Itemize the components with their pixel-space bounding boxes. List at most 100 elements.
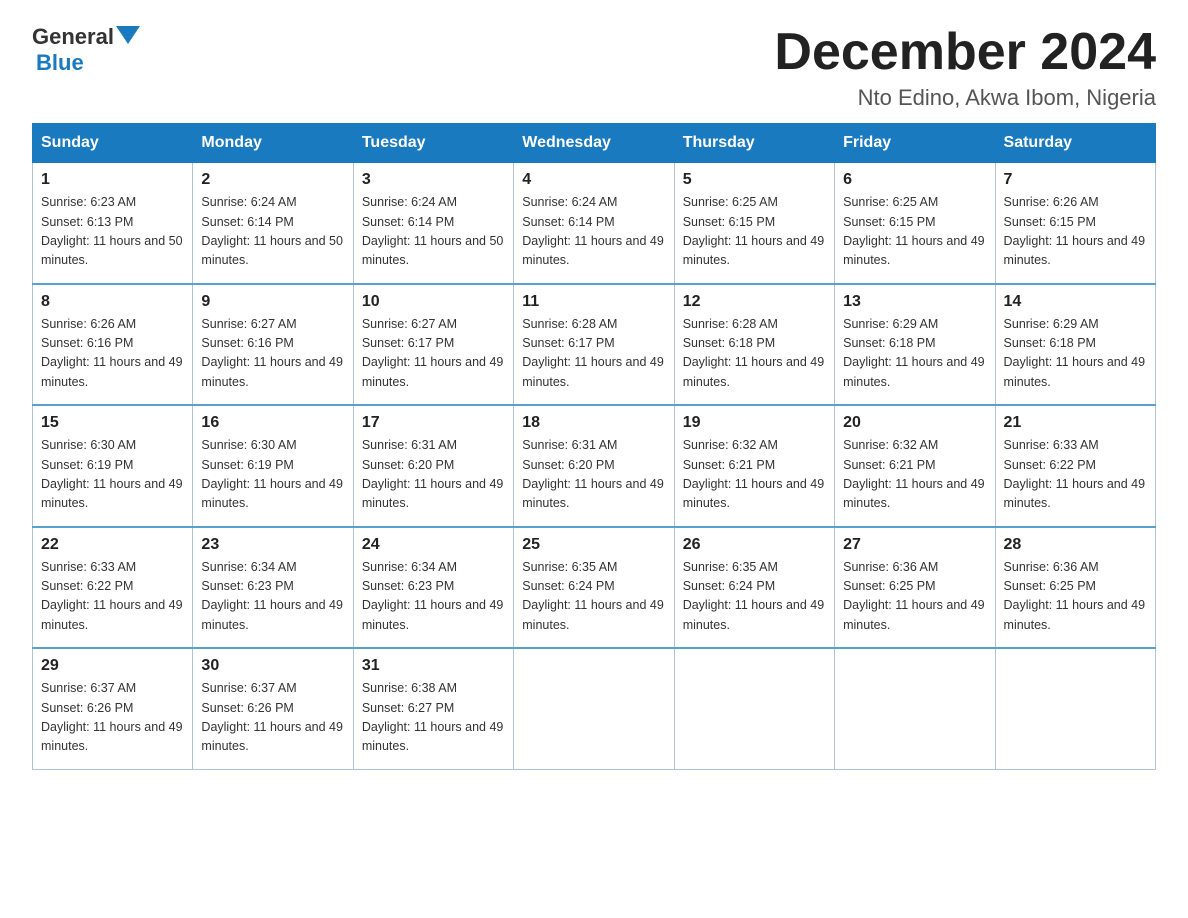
- day-info: Sunrise: 6:28 AMSunset: 6:18 PMDaylight:…: [683, 317, 825, 389]
- calendar-week-row: 22 Sunrise: 6:33 AMSunset: 6:22 PMDaylig…: [33, 527, 1156, 649]
- calendar-cell: 8 Sunrise: 6:26 AMSunset: 6:16 PMDayligh…: [33, 284, 193, 406]
- day-info: Sunrise: 6:24 AMSunset: 6:14 PMDaylight:…: [201, 195, 343, 267]
- day-number: 13: [843, 293, 986, 311]
- weekday-header-wednesday: Wednesday: [514, 124, 674, 163]
- day-info: Sunrise: 6:26 AMSunset: 6:16 PMDaylight:…: [41, 317, 183, 389]
- logo-triangle-icon: [116, 26, 140, 44]
- logo-blue: Blue: [36, 50, 84, 75]
- calendar-cell: 28 Sunrise: 6:36 AMSunset: 6:25 PMDaylig…: [995, 527, 1155, 649]
- day-number: 5: [683, 171, 826, 189]
- calendar-title: December 2024: [774, 24, 1156, 81]
- day-info: Sunrise: 6:38 AMSunset: 6:27 PMDaylight:…: [362, 681, 504, 753]
- calendar-cell: 5 Sunrise: 6:25 AMSunset: 6:15 PMDayligh…: [674, 163, 834, 284]
- day-number: 14: [1004, 293, 1147, 311]
- weekday-header-sunday: Sunday: [33, 124, 193, 163]
- day-info: Sunrise: 6:33 AMSunset: 6:22 PMDaylight:…: [41, 560, 183, 632]
- day-info: Sunrise: 6:34 AMSunset: 6:23 PMDaylight:…: [201, 560, 343, 632]
- calendar-cell: 13 Sunrise: 6:29 AMSunset: 6:18 PMDaylig…: [835, 284, 995, 406]
- day-number: 1: [41, 171, 184, 189]
- calendar-cell: 12 Sunrise: 6:28 AMSunset: 6:18 PMDaylig…: [674, 284, 834, 406]
- calendar-cell: [835, 648, 995, 769]
- calendar-cell: [514, 648, 674, 769]
- logo-line2: Blue: [36, 50, 142, 76]
- day-info: Sunrise: 6:23 AMSunset: 6:13 PMDaylight:…: [41, 195, 183, 267]
- day-info: Sunrise: 6:27 AMSunset: 6:17 PMDaylight:…: [362, 317, 504, 389]
- day-info: Sunrise: 6:29 AMSunset: 6:18 PMDaylight:…: [1004, 317, 1146, 389]
- calendar-week-row: 1 Sunrise: 6:23 AMSunset: 6:13 PMDayligh…: [33, 163, 1156, 284]
- day-info: Sunrise: 6:30 AMSunset: 6:19 PMDaylight:…: [41, 438, 183, 510]
- weekday-header-monday: Monday: [193, 124, 353, 163]
- day-number: 8: [41, 293, 184, 311]
- day-number: 28: [1004, 536, 1147, 554]
- calendar-week-row: 29 Sunrise: 6:37 AMSunset: 6:26 PMDaylig…: [33, 648, 1156, 769]
- day-info: Sunrise: 6:37 AMSunset: 6:26 PMDaylight:…: [41, 681, 183, 753]
- calendar-cell: 24 Sunrise: 6:34 AMSunset: 6:23 PMDaylig…: [353, 527, 513, 649]
- day-number: 30: [201, 657, 344, 675]
- day-number: 25: [522, 536, 665, 554]
- day-info: Sunrise: 6:26 AMSunset: 6:15 PMDaylight:…: [1004, 195, 1146, 267]
- day-number: 15: [41, 414, 184, 432]
- day-number: 26: [683, 536, 826, 554]
- calendar-cell: 3 Sunrise: 6:24 AMSunset: 6:14 PMDayligh…: [353, 163, 513, 284]
- calendar-cell: 2 Sunrise: 6:24 AMSunset: 6:14 PMDayligh…: [193, 163, 353, 284]
- day-number: 7: [1004, 171, 1147, 189]
- calendar-cell: 14 Sunrise: 6:29 AMSunset: 6:18 PMDaylig…: [995, 284, 1155, 406]
- weekday-header-thursday: Thursday: [674, 124, 834, 163]
- day-number: 6: [843, 171, 986, 189]
- day-info: Sunrise: 6:29 AMSunset: 6:18 PMDaylight:…: [843, 317, 985, 389]
- day-info: Sunrise: 6:24 AMSunset: 6:14 PMDaylight:…: [362, 195, 504, 267]
- calendar-cell: 30 Sunrise: 6:37 AMSunset: 6:26 PMDaylig…: [193, 648, 353, 769]
- day-info: Sunrise: 6:32 AMSunset: 6:21 PMDaylight:…: [843, 438, 985, 510]
- calendar-cell: 11 Sunrise: 6:28 AMSunset: 6:17 PMDaylig…: [514, 284, 674, 406]
- calendar-subtitle: Nto Edino, Akwa Ibom, Nigeria: [774, 85, 1156, 111]
- weekday-header-friday: Friday: [835, 124, 995, 163]
- day-number: 29: [41, 657, 184, 675]
- day-info: Sunrise: 6:36 AMSunset: 6:25 PMDaylight:…: [1004, 560, 1146, 632]
- calendar-cell: 15 Sunrise: 6:30 AMSunset: 6:19 PMDaylig…: [33, 405, 193, 527]
- day-number: 11: [522, 293, 665, 311]
- day-number: 20: [843, 414, 986, 432]
- day-number: 31: [362, 657, 505, 675]
- day-info: Sunrise: 6:31 AMSunset: 6:20 PMDaylight:…: [362, 438, 504, 510]
- calendar-cell: 20 Sunrise: 6:32 AMSunset: 6:21 PMDaylig…: [835, 405, 995, 527]
- day-info: Sunrise: 6:27 AMSunset: 6:16 PMDaylight:…: [201, 317, 343, 389]
- day-info: Sunrise: 6:33 AMSunset: 6:22 PMDaylight:…: [1004, 438, 1146, 510]
- logo-general: General: [32, 24, 114, 50]
- day-number: 9: [201, 293, 344, 311]
- day-info: Sunrise: 6:25 AMSunset: 6:15 PMDaylight:…: [683, 195, 825, 267]
- calendar-cell: 18 Sunrise: 6:31 AMSunset: 6:20 PMDaylig…: [514, 405, 674, 527]
- title-area: December 2024 Nto Edino, Akwa Ibom, Nige…: [774, 24, 1156, 111]
- calendar-cell: 22 Sunrise: 6:33 AMSunset: 6:22 PMDaylig…: [33, 527, 193, 649]
- calendar-cell: 9 Sunrise: 6:27 AMSunset: 6:16 PMDayligh…: [193, 284, 353, 406]
- calendar-cell: 16 Sunrise: 6:30 AMSunset: 6:19 PMDaylig…: [193, 405, 353, 527]
- calendar-cell: 4 Sunrise: 6:24 AMSunset: 6:14 PMDayligh…: [514, 163, 674, 284]
- day-number: 17: [362, 414, 505, 432]
- day-number: 22: [41, 536, 184, 554]
- calendar-cell: [674, 648, 834, 769]
- day-number: 2: [201, 171, 344, 189]
- day-number: 3: [362, 171, 505, 189]
- calendar-cell: 31 Sunrise: 6:38 AMSunset: 6:27 PMDaylig…: [353, 648, 513, 769]
- calendar-cell: 23 Sunrise: 6:34 AMSunset: 6:23 PMDaylig…: [193, 527, 353, 649]
- page-header: General Blue December 2024 Nto Edino, Ak…: [32, 24, 1156, 111]
- calendar-cell: 27 Sunrise: 6:36 AMSunset: 6:25 PMDaylig…: [835, 527, 995, 649]
- calendar-cell: [995, 648, 1155, 769]
- calendar-cell: 1 Sunrise: 6:23 AMSunset: 6:13 PMDayligh…: [33, 163, 193, 284]
- day-number: 23: [201, 536, 344, 554]
- logo-line1: General: [32, 24, 142, 50]
- day-number: 21: [1004, 414, 1147, 432]
- day-info: Sunrise: 6:31 AMSunset: 6:20 PMDaylight:…: [522, 438, 664, 510]
- calendar-cell: 26 Sunrise: 6:35 AMSunset: 6:24 PMDaylig…: [674, 527, 834, 649]
- day-info: Sunrise: 6:32 AMSunset: 6:21 PMDaylight:…: [683, 438, 825, 510]
- calendar-cell: 6 Sunrise: 6:25 AMSunset: 6:15 PMDayligh…: [835, 163, 995, 284]
- day-number: 24: [362, 536, 505, 554]
- day-info: Sunrise: 6:24 AMSunset: 6:14 PMDaylight:…: [522, 195, 664, 267]
- calendar-table: SundayMondayTuesdayWednesdayThursdayFrid…: [32, 123, 1156, 770]
- calendar-cell: 10 Sunrise: 6:27 AMSunset: 6:17 PMDaylig…: [353, 284, 513, 406]
- calendar-cell: 21 Sunrise: 6:33 AMSunset: 6:22 PMDaylig…: [995, 405, 1155, 527]
- day-info: Sunrise: 6:36 AMSunset: 6:25 PMDaylight:…: [843, 560, 985, 632]
- day-number: 18: [522, 414, 665, 432]
- calendar-week-row: 8 Sunrise: 6:26 AMSunset: 6:16 PMDayligh…: [33, 284, 1156, 406]
- day-number: 16: [201, 414, 344, 432]
- calendar-cell: 17 Sunrise: 6:31 AMSunset: 6:20 PMDaylig…: [353, 405, 513, 527]
